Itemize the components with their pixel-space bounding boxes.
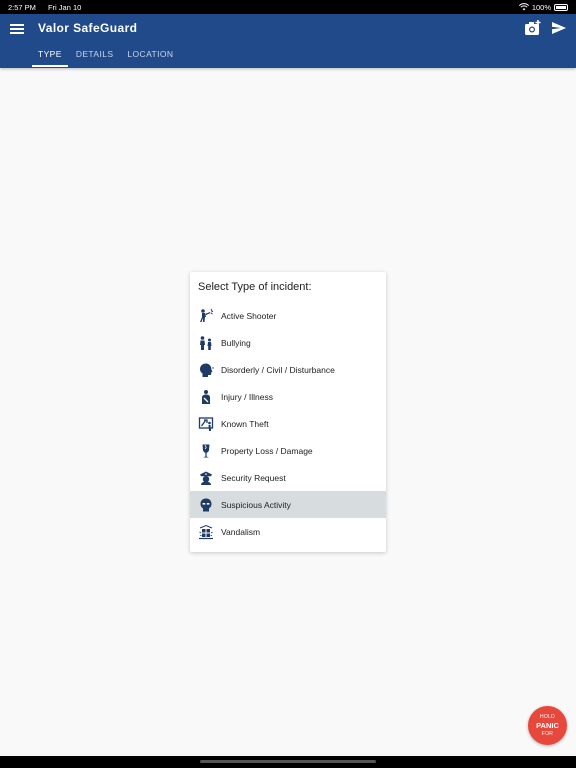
- incident-type-list: Active Shooter Bullying Disorderly / Civ…: [190, 302, 386, 545]
- hamburger-menu-icon[interactable]: [10, 23, 24, 35]
- vandalism-icon: [198, 524, 214, 540]
- incident-option-suspicious-activity[interactable]: Suspicious Activity: [190, 491, 386, 518]
- dialog-title: Select Type of incident:: [198, 281, 312, 293]
- status-bar: 2:57 PM Fri Jan 10 100%: [0, 0, 576, 14]
- incident-type-dialog: Select Type of incident: Active Shooter …: [190, 272, 386, 552]
- app-bar: Valor SafeGuard TYPE DETAILS LOCATION: [0, 14, 576, 68]
- incident-option-label: Disorderly / Civil / Disturbance: [221, 364, 335, 375]
- battery-icon: [554, 3, 568, 11]
- wifi-icon: [518, 3, 529, 11]
- incident-option-label: Property Loss / Damage: [221, 445, 313, 456]
- theft-icon: [198, 416, 214, 432]
- panic-label: PANIC: [536, 721, 559, 730]
- property-icon: [198, 443, 214, 459]
- battery-percent: 100%: [531, 2, 551, 12]
- status-time: 2:57 PM: [8, 2, 36, 12]
- incident-option-label: Suspicious Activity: [221, 499, 291, 510]
- disorderly-icon: [198, 362, 214, 378]
- incident-option-security-request[interactable]: Security Request: [190, 464, 386, 491]
- tab-details[interactable]: DETAILS: [70, 45, 120, 67]
- add-photo-camera-icon[interactable]: [524, 19, 542, 37]
- incident-option-property-loss[interactable]: Property Loss / Damage: [190, 437, 386, 464]
- security-icon: [198, 470, 214, 486]
- incident-option-label: Bullying: [221, 337, 251, 348]
- status-right: 100%: [518, 2, 568, 12]
- tab-type[interactable]: TYPE: [32, 45, 68, 67]
- active-shooter-icon: [198, 308, 214, 324]
- tab-location[interactable]: LOCATION: [121, 45, 179, 67]
- incident-option-active-shooter[interactable]: Active Shooter: [190, 302, 386, 329]
- panic-button[interactable]: HOLD PANIC FOR: [528, 706, 567, 745]
- app-title: Valor SafeGuard: [38, 21, 138, 35]
- incident-option-label: Injury / Illness: [221, 391, 273, 402]
- status-date: Fri Jan 10: [47, 2, 82, 12]
- home-indicator-bar: [0, 756, 576, 768]
- bullying-icon: [198, 335, 214, 351]
- incident-option-label: Active Shooter: [221, 310, 277, 321]
- incident-option-label: Security Request: [221, 472, 286, 483]
- incident-option-disorderly[interactable]: Disorderly / Civil / Disturbance: [190, 356, 386, 383]
- incident-option-label: Known Theft: [221, 418, 269, 429]
- incident-option-known-theft[interactable]: Known Theft: [190, 410, 386, 437]
- incident-option-vandalism[interactable]: Vandalism: [190, 518, 386, 545]
- home-indicator[interactable]: [200, 760, 376, 763]
- injury-icon: [198, 389, 214, 405]
- incident-option-injury[interactable]: Injury / Illness: [190, 383, 386, 410]
- tab-bar: TYPE DETAILS LOCATION: [32, 45, 181, 67]
- panic-for-text: FOR: [541, 731, 554, 737]
- panic-hold-text: HOLD: [539, 714, 556, 720]
- send-icon[interactable]: [551, 20, 567, 36]
- incident-option-bullying[interactable]: Bullying: [190, 329, 386, 356]
- suspicious-icon: [198, 497, 214, 513]
- incident-option-label: Vandalism: [221, 526, 261, 537]
